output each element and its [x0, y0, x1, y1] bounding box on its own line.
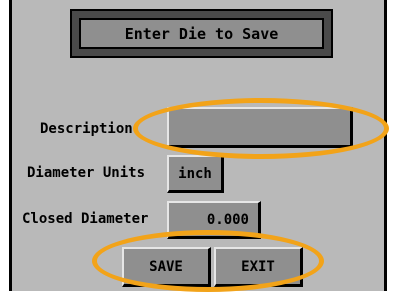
- closed-diameter-field[interactable]: 0.000: [167, 201, 261, 239]
- screen-title: Enter Die to Save: [79, 18, 324, 49]
- closed-diameter-label: Closed Diameter: [22, 211, 149, 227]
- exit-button[interactable]: EXIT: [214, 247, 303, 287]
- diameter-units-label: Diameter Units: [27, 165, 146, 181]
- diameter-units-field[interactable]: inch: [167, 155, 224, 193]
- description-field[interactable]: [167, 107, 353, 148]
- description-label: Description: [40, 121, 133, 137]
- hmi-screen: Enter Die to Save Description Diameter U…: [9, 0, 387, 291]
- title-frame: Enter Die to Save: [70, 9, 333, 58]
- save-button[interactable]: SAVE: [122, 247, 211, 287]
